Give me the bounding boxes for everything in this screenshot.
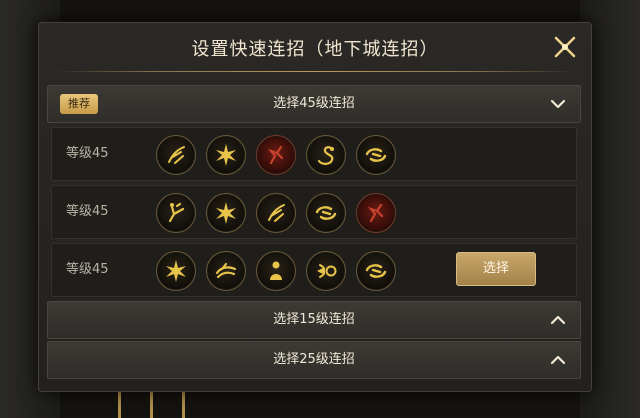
section-label: 选择25级连招	[273, 352, 355, 367]
combo-level-label: 等级45	[66, 146, 109, 161]
section-label: 选择15级连招	[273, 312, 355, 327]
quick-combo-dialog: 设置快速连招（地下城连招） 推荐 选择45级连招 等级45 等级45 等级45 …	[38, 22, 592, 392]
swirl-skill-icon[interactable]	[356, 135, 396, 175]
burst-skill-icon[interactable]	[156, 251, 196, 291]
chevron-down-icon	[550, 99, 566, 109]
section-header-level-15[interactable]: 选择15级连招	[47, 301, 581, 339]
slash-skill-icon[interactable]	[256, 193, 296, 233]
red-strike-skill-icon[interactable]	[256, 135, 296, 175]
figure-skill-icon[interactable]	[256, 251, 296, 291]
title-divider	[55, 71, 575, 72]
background-accent	[182, 388, 185, 418]
combo-row: 等级45 选择	[51, 243, 577, 297]
burst-skill-icon[interactable]	[206, 135, 246, 175]
background-accent	[150, 388, 153, 418]
kick-skill-icon[interactable]	[156, 193, 196, 233]
swirl-skill-icon[interactable]	[356, 251, 396, 291]
combo-row: 等级45	[51, 185, 577, 239]
combo-level-label: 等级45	[66, 204, 109, 219]
background-accent	[118, 388, 121, 418]
blast-skill-icon[interactable]	[306, 251, 346, 291]
section-header-level-45[interactable]: 推荐 选择45级连招	[47, 85, 581, 123]
chevron-up-icon	[550, 315, 566, 325]
serpent-skill-icon[interactable]	[306, 135, 346, 175]
wave-skill-icon[interactable]	[206, 251, 246, 291]
select-button[interactable]: 选择	[456, 252, 536, 286]
combo-row: 等级45	[51, 127, 577, 181]
combo-level-label: 等级45	[66, 262, 109, 277]
chevron-up-icon	[550, 355, 566, 365]
burst-skill-icon[interactable]	[206, 193, 246, 233]
red-strike-skill-icon[interactable]	[356, 193, 396, 233]
close-icon	[554, 36, 576, 58]
section-header-level-25[interactable]: 选择25级连招	[47, 341, 581, 379]
close-button[interactable]	[549, 31, 581, 63]
slash-skill-icon[interactable]	[156, 135, 196, 175]
swirl-skill-icon[interactable]	[306, 193, 346, 233]
section-label: 选择45级连招	[273, 96, 355, 111]
dialog-title: 设置快速连招（地下城连招）	[191, 39, 439, 60]
